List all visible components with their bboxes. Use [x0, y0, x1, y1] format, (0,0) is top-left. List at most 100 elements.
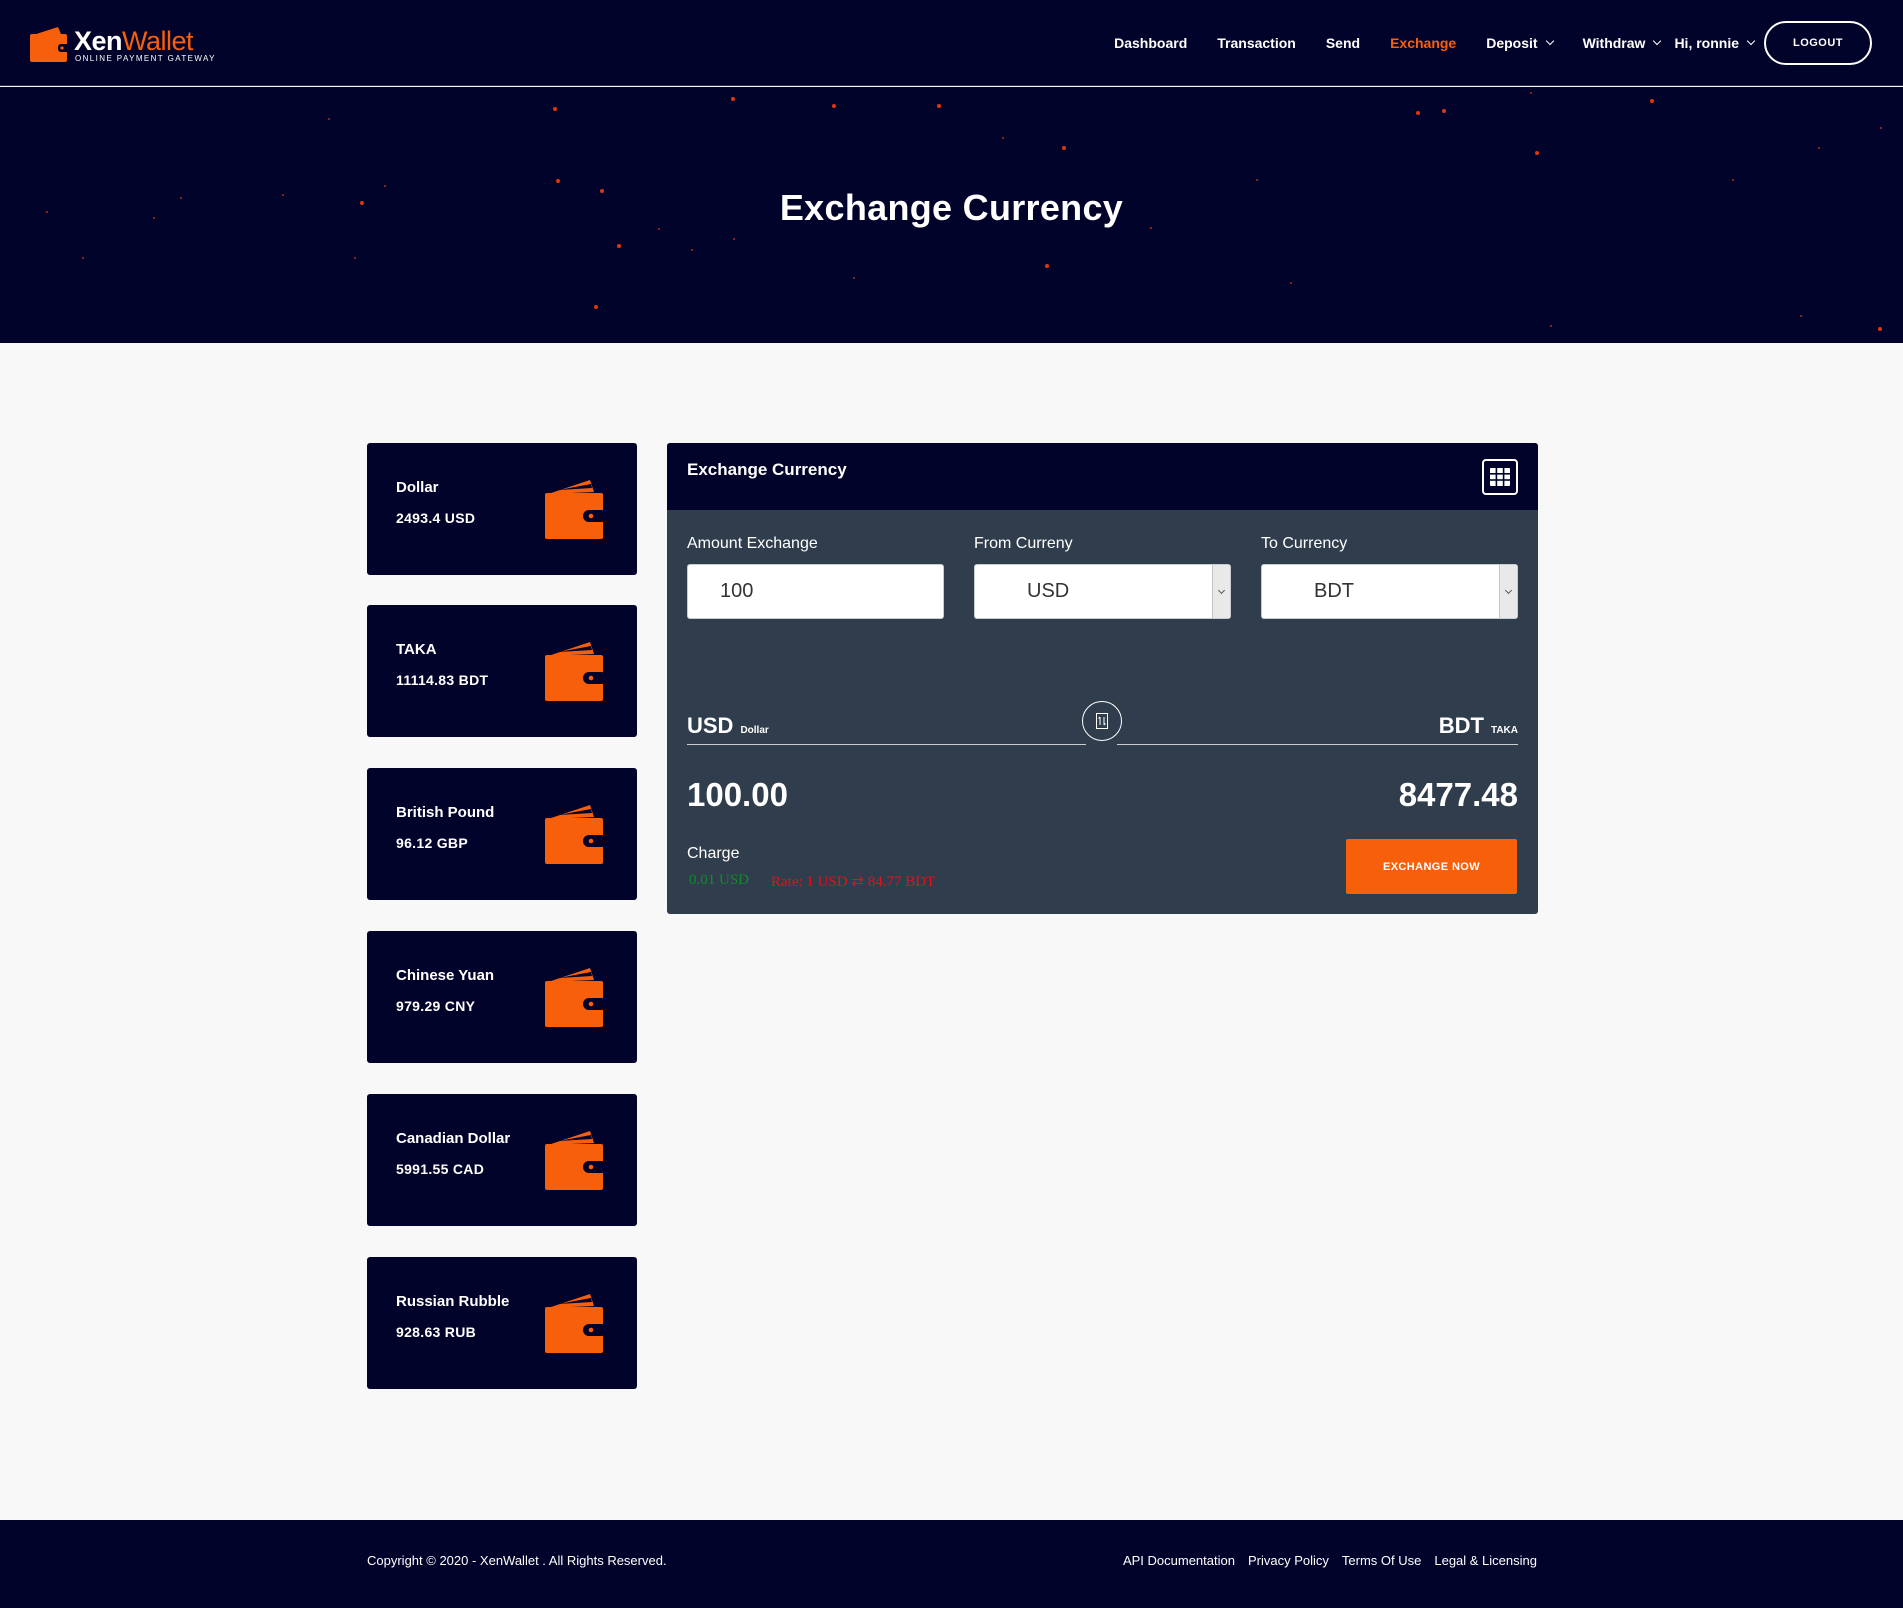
nav-exchange[interactable]: Exchange: [1390, 35, 1456, 51]
wallet-card: Canadian Dollar 5991.55 CAD: [367, 1094, 637, 1226]
to-currency-code: BDT TAKA: [1438, 713, 1518, 738]
exchange-panel-header: Exchange Currency: [667, 443, 1538, 510]
particle: [1818, 147, 1820, 149]
grid-icon: [1490, 468, 1510, 486]
particle: [1002, 137, 1004, 139]
particle: [1878, 327, 1882, 331]
brand-logo[interactable]: XenWallet ONLINE PAYMENT GATEWAY: [30, 23, 220, 65]
from-amount: 100.00: [687, 776, 788, 813]
page-title: Exchange Currency: [779, 187, 1124, 228]
particle: [1062, 146, 1066, 150]
particle: [354, 257, 356, 259]
chevron-down-icon: [1746, 36, 1756, 46]
dropdown-arrow-icon: [1212, 565, 1230, 618]
charge-value: 0.01 USD: [689, 872, 750, 888]
wallet-card: British Pound 96.12 GBP: [367, 768, 637, 900]
particle: [853, 277, 855, 279]
to-currency-select[interactable]: BDT: [1261, 564, 1518, 619]
wallet-card: Chinese Yuan 979.29 CNY: [367, 931, 637, 1063]
particle: [553, 107, 557, 111]
amount-label: Amount Exchange: [687, 535, 818, 552]
chevron-down-icon: [1653, 36, 1662, 46]
brand-tagline: ONLINE PAYMENT GATEWAY: [75, 54, 216, 63]
to-currency-value: BDT: [1314, 580, 1354, 602]
wallet-icon: [545, 1294, 607, 1353]
nav-dashboard[interactable]: Dashboard: [1114, 35, 1187, 51]
particle: [1290, 282, 1292, 284]
particle: [1650, 99, 1654, 103]
particle: [1732, 179, 1734, 181]
amount-input-value: 100: [720, 580, 754, 602]
swap-icon: [1096, 713, 1108, 729]
wallet-balance: 5991.55 CAD: [396, 1161, 485, 1177]
particle: [594, 305, 598, 309]
wallet-name: Dollar: [396, 479, 439, 496]
divider: [1117, 744, 1518, 745]
footer-link-terms[interactable]: Terms Of Use: [1342, 1553, 1421, 1568]
chevron-down-icon: [1545, 36, 1554, 46]
wallet-icon: [545, 480, 607, 539]
footer-link-api-docs[interactable]: API Documentation: [1123, 1553, 1235, 1568]
wallet-card: Dollar 2493.4 USD: [367, 443, 637, 575]
particle: [691, 249, 693, 251]
particle: [1535, 151, 1539, 155]
particle: [937, 104, 941, 108]
exchange-now-button[interactable]: EXCHANGE NOW: [1346, 839, 1517, 894]
wallet-icon: [545, 1131, 607, 1190]
wallet-card: Russian Rubble 928.63 RUB: [367, 1257, 637, 1389]
wallet-name: Chinese Yuan: [396, 967, 495, 984]
from-currency-label: From Curreny: [974, 535, 1073, 552]
wallet-name: Russian Rubble: [396, 1293, 510, 1310]
footer-link-legal[interactable]: Legal & Licensing: [1434, 1553, 1537, 1568]
particle: [731, 97, 735, 101]
particle: [328, 118, 330, 120]
page-hero: Exchange Currency: [0, 87, 1903, 343]
wallet-name: British Pound: [396, 804, 495, 821]
top-navbar: XenWallet ONLINE PAYMENT GATEWAY Dashboa…: [0, 0, 1903, 86]
from-currency-code: USD Dollar: [687, 713, 769, 738]
from-currency-select[interactable]: USD: [974, 564, 1231, 619]
logout-button[interactable]: LOGOUT: [1764, 21, 1872, 65]
exchange-panel: Exchange Currency Amount Exchange From C…: [667, 443, 1538, 914]
wallet-balance: 11114.83 BDT: [396, 672, 489, 688]
exchange-panel-title: Exchange Currency: [687, 460, 847, 479]
brand-name: XenWallet: [74, 26, 194, 56]
nav-transaction[interactable]: Transaction: [1217, 35, 1296, 51]
footer-links: API Documentation Privacy Policy Terms O…: [1110, 1553, 1537, 1568]
exchange-rate: Rate: 1 USD ⇄ 84.77 BDT: [771, 874, 936, 890]
to-amount: 8477.48: [1398, 776, 1518, 813]
wallet-name: Canadian Dollar: [396, 1130, 511, 1147]
particle: [1045, 264, 1049, 268]
divider: [687, 744, 1086, 745]
particle: [1256, 179, 1258, 181]
nav-send[interactable]: Send: [1326, 35, 1360, 51]
particle: [1550, 325, 1552, 327]
amount-input[interactable]: 100: [687, 564, 944, 619]
wallet-name: TAKA: [396, 641, 437, 658]
nav-deposit[interactable]: Deposit: [1486, 35, 1554, 51]
particle: [82, 257, 84, 259]
particle: [733, 238, 735, 240]
wallet-balance: 2493.4 USD: [396, 510, 476, 526]
to-currency-label: To Currency: [1261, 535, 1348, 552]
particle: [832, 104, 836, 108]
wallet-icon: [545, 642, 607, 701]
footer: Copyright © 2020 - XenWallet . All Right…: [0, 1520, 1903, 1608]
wallet-icon: [30, 27, 70, 62]
grid-menu-button[interactable]: [1482, 459, 1518, 495]
wallet-balance: 96.12 GBP: [396, 835, 468, 851]
particle: [617, 244, 621, 248]
swap-currency-button[interactable]: [1082, 701, 1122, 741]
particle: [1880, 127, 1882, 129]
wallet-balance: 979.29 CNY: [396, 998, 476, 1014]
wallet-balance: 928.63 RUB: [396, 1324, 477, 1340]
dropdown-arrow-icon: [1499, 565, 1517, 618]
nav-withdraw[interactable]: Withdraw: [1583, 35, 1662, 51]
particle: [1416, 111, 1420, 115]
wallet-card: TAKA 11114.83 BDT: [367, 605, 637, 737]
user-menu[interactable]: Hi, ronnie: [1674, 35, 1756, 51]
copyright: Copyright © 2020 - XenWallet . All Right…: [367, 1553, 667, 1568]
footer-link-privacy[interactable]: Privacy Policy: [1248, 1553, 1329, 1568]
particle: [1800, 315, 1802, 317]
main-nav: Dashboard Transaction Send Exchange Depo…: [1114, 0, 1903, 86]
